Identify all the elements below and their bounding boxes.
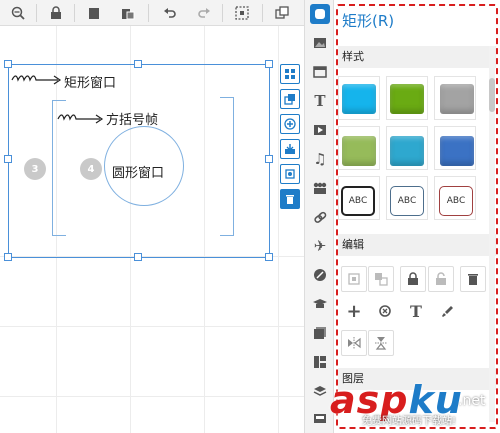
add-circle-icon[interactable] <box>280 114 300 134</box>
zoom-out-icon[interactable] <box>8 3 28 23</box>
image-icon[interactable] <box>310 33 330 53</box>
resize-handle[interactable] <box>4 253 12 261</box>
flip-vertical-icon[interactable] <box>368 330 394 356</box>
style-section-header: 样式 <box>338 46 496 68</box>
tool-strip: T ♫ ✈ <box>304 0 334 433</box>
number-badge: 3 <box>24 158 46 180</box>
circle-window-label: 圆形窗口 <box>112 166 165 181</box>
shape-tool-icon[interactable] <box>310 4 330 24</box>
video-icon[interactable] <box>310 120 330 140</box>
color-swatch[interactable] <box>342 136 376 166</box>
top-toolbar <box>0 0 304 26</box>
pen-icon[interactable] <box>310 265 330 285</box>
layers-front-icon[interactable] <box>280 89 300 109</box>
graduation-cap-icon[interactable] <box>310 294 330 314</box>
inbox-icon[interactable] <box>310 408 330 428</box>
abc-style-swatch[interactable]: ABC <box>439 186 473 216</box>
flip-horizontal-icon[interactable] <box>341 330 367 356</box>
resize-handle[interactable] <box>134 253 142 261</box>
crop-frame-icon[interactable] <box>280 164 300 184</box>
people-icon[interactable] <box>310 178 330 198</box>
paste-icon[interactable] <box>118 3 138 23</box>
right-bracket-shape[interactable] <box>220 97 234 236</box>
squiggle-arrow-2 <box>57 114 104 124</box>
text-icon[interactable]: T <box>310 91 330 111</box>
window-icon[interactable] <box>310 62 330 82</box>
align-box-icon[interactable] <box>341 266 367 292</box>
lock-icon[interactable] <box>400 266 426 292</box>
format-brush-icon[interactable] <box>434 298 460 324</box>
airplane-icon[interactable]: ✈ <box>310 236 330 256</box>
lock-icon[interactable] <box>46 3 66 23</box>
resize-handle[interactable] <box>265 60 273 68</box>
color-swatch[interactable] <box>342 84 376 114</box>
scrollbar-thumb[interactable] <box>489 78 495 112</box>
floating-toolbar <box>280 64 300 214</box>
arrange-icon[interactable] <box>280 64 300 84</box>
abc-style-swatch[interactable]: ABC <box>341 186 375 216</box>
resize-handle[interactable] <box>265 155 273 163</box>
resize-handle[interactable] <box>134 60 142 68</box>
number-badge: 4 <box>80 158 102 180</box>
link-icon[interactable] <box>310 207 330 227</box>
music-icon[interactable]: ♫ <box>310 149 330 169</box>
layers-icon[interactable] <box>310 381 330 401</box>
undo-icon[interactable] <box>160 3 180 23</box>
download-box-icon[interactable] <box>280 139 300 159</box>
color-swatch[interactable] <box>390 84 424 114</box>
select-area-icon[interactable] <box>232 3 252 23</box>
squiggle-arrow-1 <box>11 75 62 85</box>
resize-handle[interactable] <box>4 60 12 68</box>
unlock-icon[interactable] <box>428 266 454 292</box>
edit-section-header: 编辑 <box>338 234 496 256</box>
group-icon[interactable] <box>272 3 292 23</box>
layout-icon[interactable] <box>310 352 330 372</box>
delete-icon[interactable] <box>280 189 300 209</box>
abc-style-swatch[interactable]: ABC <box>390 186 424 216</box>
color-swatch[interactable] <box>440 136 474 166</box>
rotate-icon[interactable] <box>372 298 398 324</box>
rect-window-label: 矩形窗口 <box>64 76 117 91</box>
pages-icon[interactable] <box>310 323 330 343</box>
redo-icon[interactable] <box>194 3 214 23</box>
ungroup-icon[interactable] <box>368 266 394 292</box>
text-format-icon[interactable]: T <box>403 298 429 324</box>
watermark-net: .net <box>458 393 486 409</box>
color-swatch[interactable] <box>440 84 474 114</box>
copy-icon[interactable] <box>84 3 104 23</box>
trash-icon[interactable] <box>460 266 486 292</box>
color-swatch[interactable] <box>390 136 424 166</box>
bracket-frame-label: 方括号帧 <box>106 113 159 128</box>
plus-icon[interactable]: + <box>341 298 367 324</box>
resize-handle[interactable] <box>4 155 12 163</box>
panel-title: 矩形(R) <box>342 12 395 30</box>
resize-handle[interactable] <box>265 253 273 261</box>
watermark-subtitle: 免费网站源码下载站! <box>362 416 457 427</box>
